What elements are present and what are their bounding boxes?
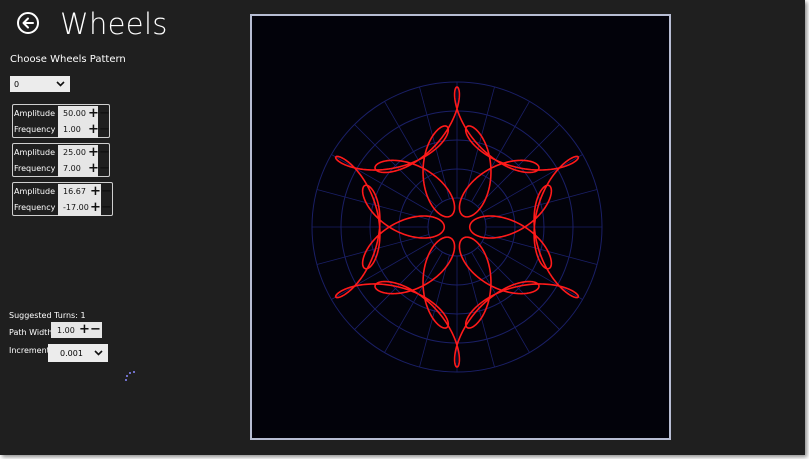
grid-spoke [481,241,583,300]
wheel-3-amplitude-minus-button[interactable]: − [101,185,112,199]
page-title: Wheels [60,7,168,41]
polar-grid [311,81,603,373]
grid-spoke [354,247,437,330]
grid-ring [427,197,487,257]
wheel-2-amplitude-row: Amplitude 25.00 + − [13,145,110,161]
app-window: Wheels Choose Wheels Pattern 0 Amplitude… [0,0,805,455]
grid-spoke [331,241,433,300]
wheel-3-group: Amplitude 16.67 + − Frequency -17.00 + − [12,182,113,216]
increment-select[interactable]: 0.001 [48,344,108,362]
grid-spoke [316,189,430,220]
increment-select-value: 0.001 [60,348,83,358]
wheel-1-frequency-minus-button[interactable]: − [99,123,110,137]
frequency-label: Frequency [14,125,56,134]
grid-spoke [481,154,583,213]
wheel-3-frequency-minus-button[interactable]: − [101,201,112,215]
wheel-3-frequency-plus-button[interactable]: + [90,201,101,215]
increment-label: Increment [9,346,50,355]
pattern-label: Choose Wheels Pattern [10,54,126,65]
amplitude-label: Amplitude [14,187,55,196]
wheel-2-frequency-plus-button[interactable]: + [88,162,99,176]
pattern-select[interactable]: 0 [10,76,70,92]
chevron-down-icon [94,350,103,356]
grid-spoke [477,124,560,207]
progress-spinner-icon [125,371,135,381]
wheel-1-amplitude-minus-button[interactable]: − [99,107,110,121]
amplitude-label: Amplitude [14,109,55,118]
path-width-field[interactable]: 1.00 [57,326,75,335]
grid-spoke [316,234,430,265]
drawing-canvas[interactable] [250,14,671,440]
wheel-3-amplitude-row: Amplitude 16.67 + − [13,184,112,200]
wheel-1-frequency-plus-button[interactable]: + [88,123,99,137]
wheels-drawing [311,81,603,373]
path-width-minus-button[interactable]: − [90,323,101,337]
amplitude-label: Amplitude [14,148,55,157]
wheel-2-frequency-row: Frequency 7.00 + − [13,161,110,177]
frequency-label: Frequency [14,203,56,212]
path-width-label: Path Width [9,328,53,337]
frequency-label: Frequency [14,164,56,173]
grid-spoke [354,124,437,207]
pattern-select-value: 0 [14,79,20,89]
wheel-2-amplitude-minus-button[interactable]: − [99,146,110,160]
back-arrow-icon[interactable] [17,12,39,34]
grid-spoke [384,251,443,353]
wheel-2-frequency-minus-button[interactable]: − [99,162,110,176]
wheel-3-frequency-row: Frequency -17.00 + − [13,200,112,216]
grid-spoke [484,234,598,265]
wheel-2-group: Amplitude 25.00 + − Frequency 7.00 + − [12,143,110,177]
suggested-turns-text: Suggested Turns: 1 [9,311,86,320]
wheel-1-amplitude-row: Amplitude 50.00 + − [13,106,110,122]
chevron-down-icon [56,81,65,87]
wheel-2-amplitude-plus-button[interactable]: + [88,146,99,160]
grid-spoke [331,154,433,213]
path-width-stepper: 1.00 + − [51,322,102,338]
wheel-1-group: Amplitude 50.00 + − Frequency 1.00 + − [12,104,110,138]
wheel-1-frequency-row: Frequency 1.00 + − [13,122,110,138]
grid-spoke [384,101,443,203]
grid-spoke [471,101,530,203]
wheel-1-amplitude-plus-button[interactable]: + [88,107,99,121]
grid-spoke [477,247,560,330]
wheel-3-amplitude-plus-button[interactable]: + [90,185,101,199]
grid-spoke [471,251,530,353]
path-width-plus-button[interactable]: + [79,323,90,337]
grid-spoke [484,189,598,220]
